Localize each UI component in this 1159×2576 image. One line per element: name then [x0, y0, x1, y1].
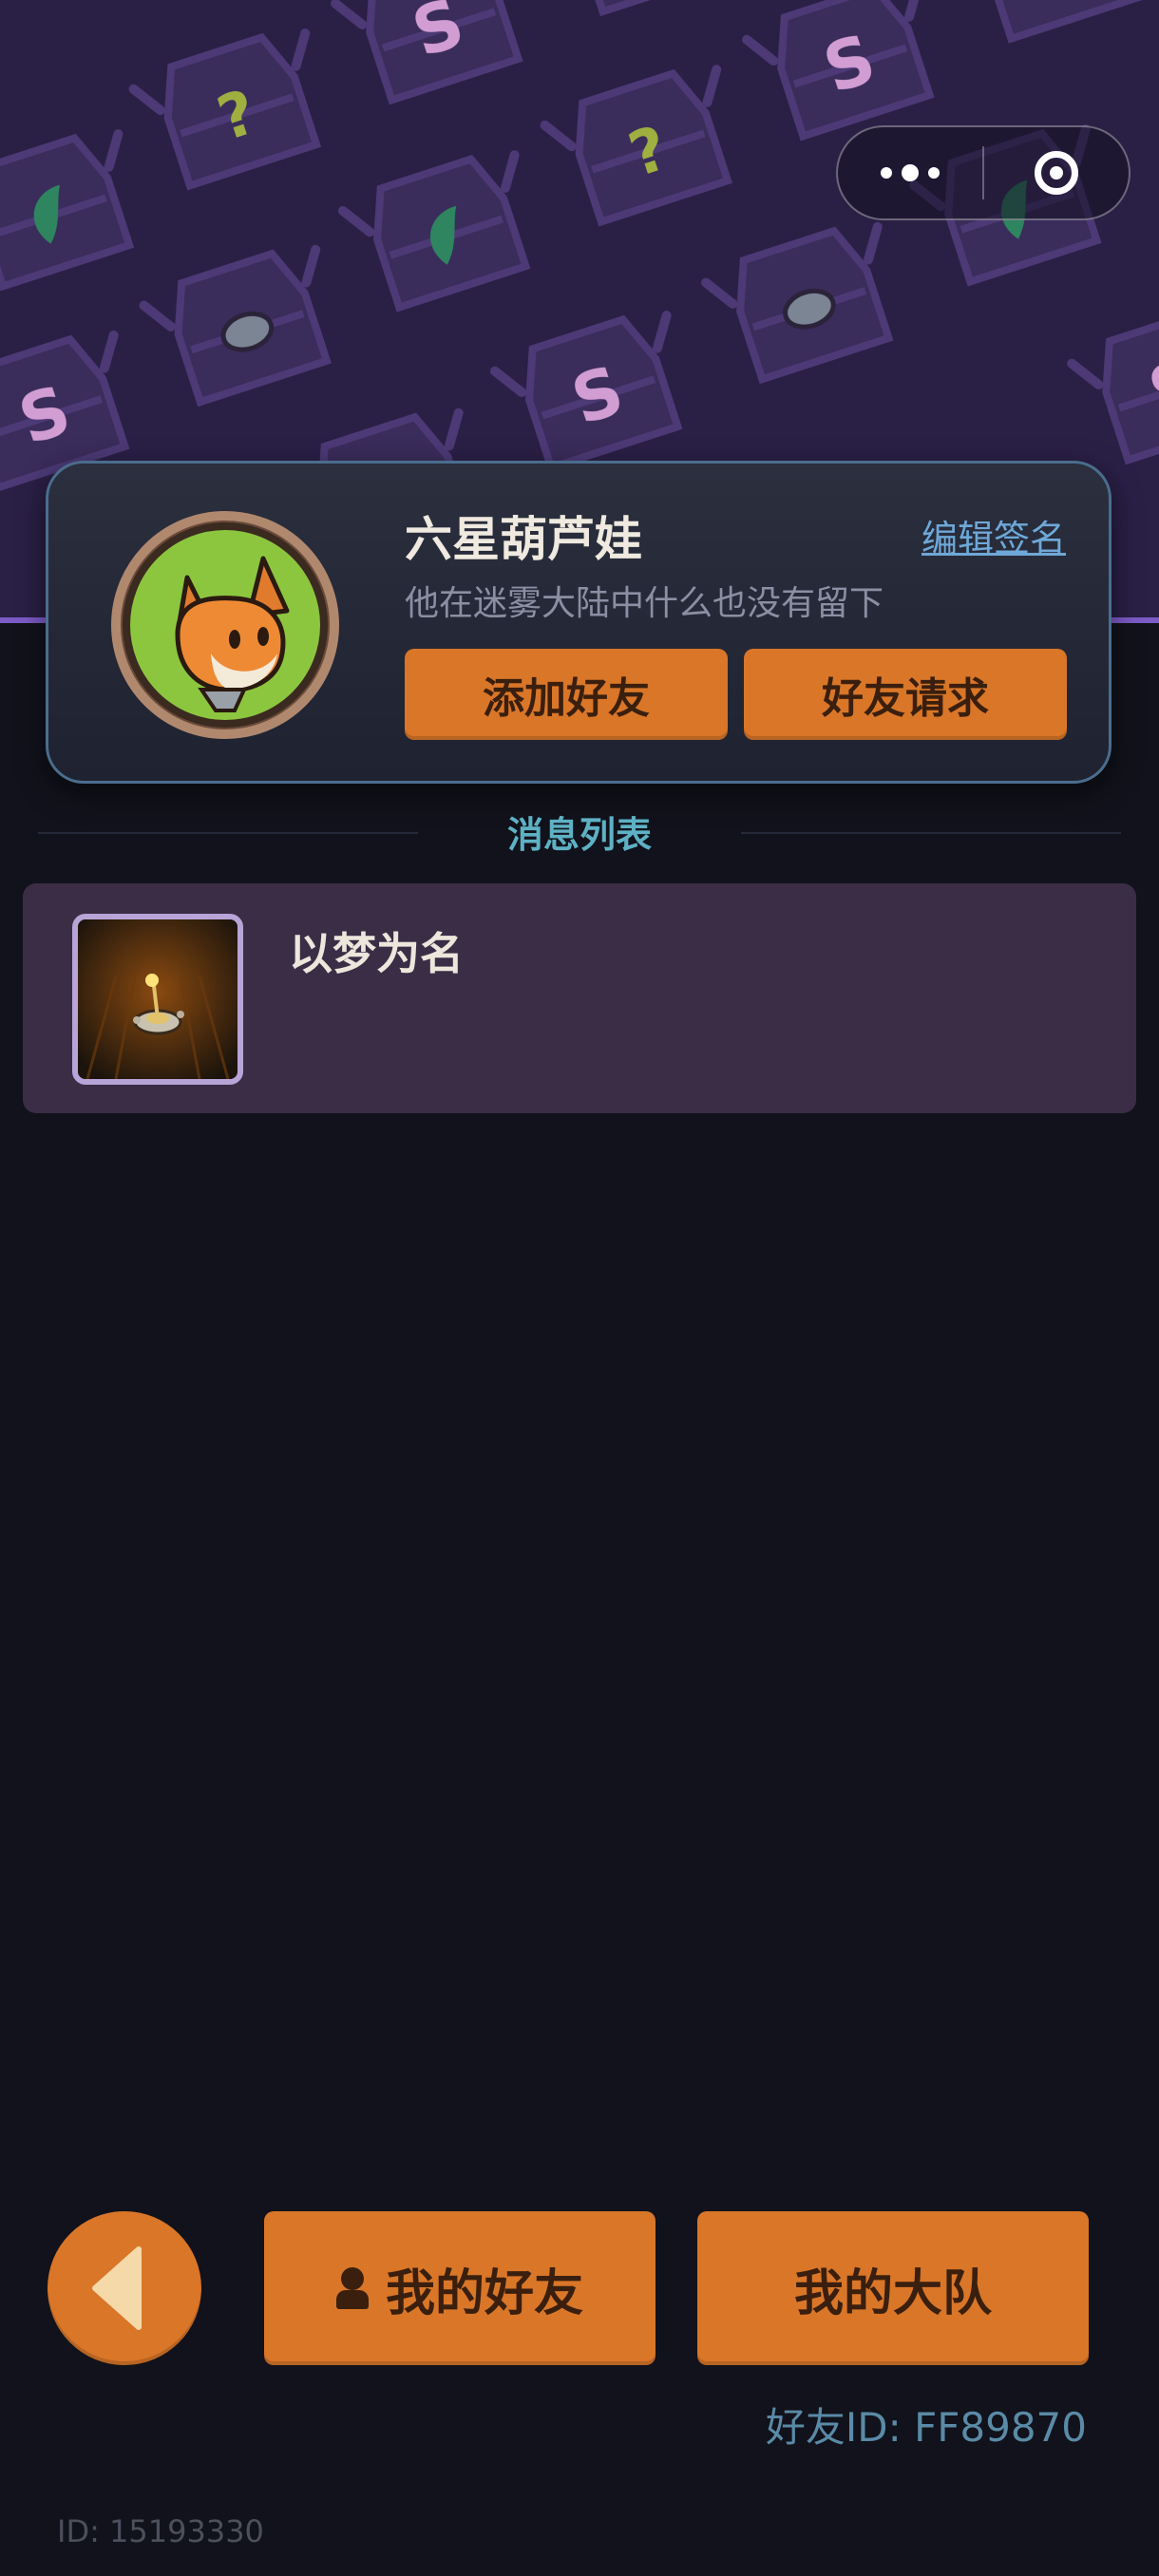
more-button[interactable] [838, 127, 982, 218]
more-dots-icon [881, 164, 940, 181]
miniprogram-capsule [836, 125, 1130, 220]
signature-text: 他在迷雾大陆中什么也没有留下 [405, 584, 884, 623]
friend-request-button[interactable]: 好友请求 [744, 649, 1067, 740]
my-team-button[interactable]: 我的大队 [697, 2211, 1089, 2365]
my-team-label: 我的大队 [793, 2264, 992, 2322]
profile-card: 六星葫芦娃 编辑签名 他在迷雾大陆中什么也没有留下 添加好友 好友请求 [46, 461, 1112, 784]
my-friends-button[interactable]: 我的好友 [264, 2211, 656, 2365]
back-button[interactable] [48, 2211, 201, 2365]
add-friend-button[interactable]: 添加好友 [405, 649, 728, 740]
target-ring-icon [1035, 151, 1078, 195]
message-thumbnail [72, 914, 243, 1085]
user-id-text: ID: 15193330 [57, 2513, 264, 2549]
nickname: 六星葫芦娃 [405, 512, 642, 567]
my-friends-label: 我的好友 [385, 2264, 583, 2322]
back-triangle-icon [92, 2246, 142, 2330]
message-title: 以梦为名 [289, 928, 464, 979]
close-miniprogram-button[interactable] [984, 127, 1129, 218]
message-list-title: 消息列表 [506, 814, 652, 856]
joystick-trophy-icon [78, 919, 238, 1079]
friend-id-text: 好友ID: FF89870 [765, 2404, 1087, 2451]
avatar[interactable] [111, 511, 339, 739]
person-icon [335, 2267, 369, 2309]
edit-signature-link[interactable]: 编辑签名 [922, 509, 1066, 561]
fox-avatar-icon [123, 522, 328, 728]
list-item[interactable]: 以梦为名 [23, 883, 1136, 1113]
